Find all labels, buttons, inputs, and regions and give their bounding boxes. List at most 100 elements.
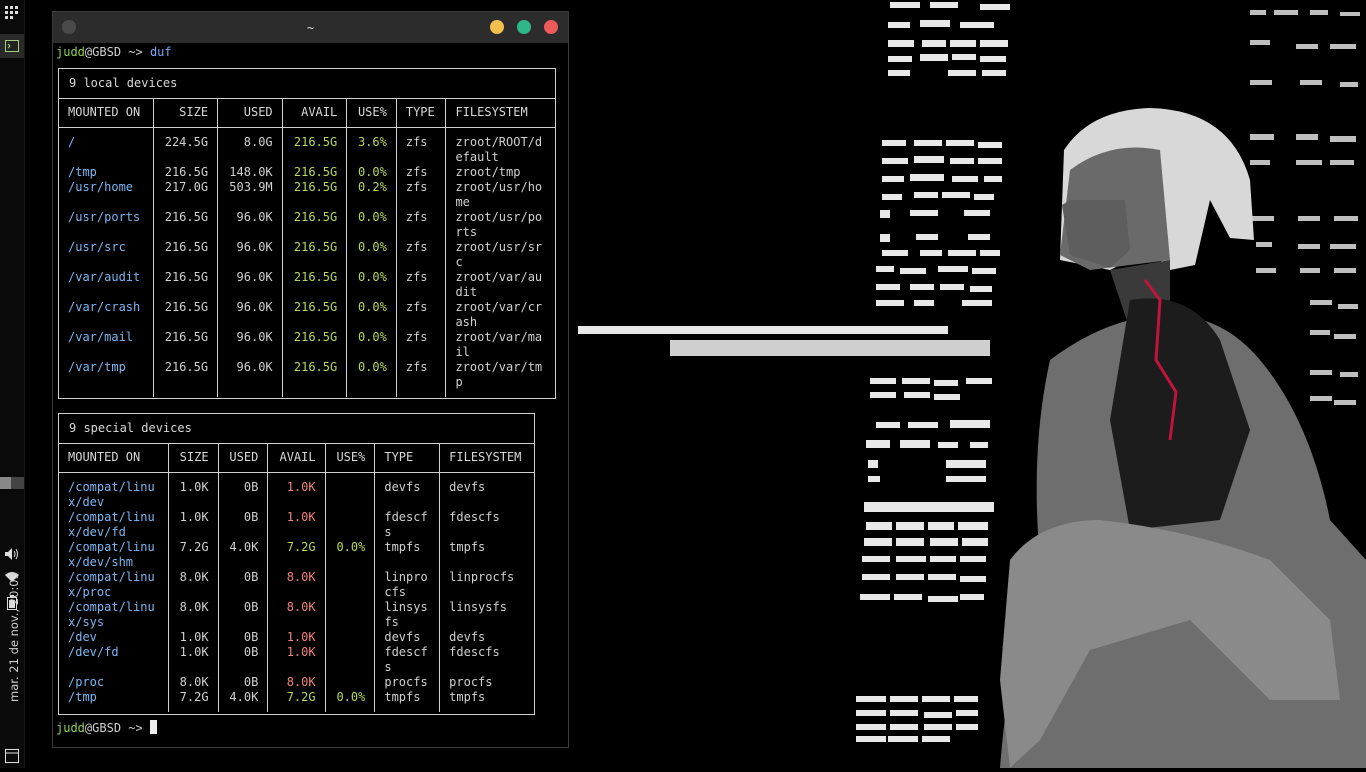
- column-header: USE%: [325, 443, 376, 473]
- cell-type: zfs: [396, 239, 447, 270]
- minimize-button[interactable]: [490, 20, 504, 34]
- cell-avail: 1.0K: [267, 472, 326, 510]
- cell-use: 0.0%: [346, 209, 397, 240]
- wallpaper: [570, 0, 1366, 768]
- cell-use: 0.0%: [346, 329, 397, 360]
- cell-fs: tmpfs: [449, 689, 486, 704]
- cell-use: [325, 509, 376, 540]
- special-devices-title: 9 special devices: [69, 421, 192, 435]
- local-devices-grid: MOUNTED ON SIZE USED AVAIL USE% TYPE FILESYSTE…: [59, 98, 555, 397]
- cell-type: tmpfs: [374, 539, 441, 570]
- local-devices-title: 9 local devices: [69, 76, 178, 90]
- cell-type: zfs: [396, 329, 447, 360]
- title-bar[interactable]: ~: [53, 12, 568, 43]
- cell-used: 96.0K: [217, 299, 283, 330]
- table-row: /proc 8.0K 0B 8.0K procfs procfs: [59, 674, 534, 690]
- column-header: AVAIL: [267, 443, 326, 473]
- terminal-output[interactable]: judd@GBSD ~> duf 9 local devices MOUNTED…: [53, 43, 568, 747]
- clock-date[interactable]: mar. 21 de nov., 20:03: [2, 540, 22, 740]
- cell-fs: zroot/ROOT/d efault: [455, 134, 543, 164]
- cell-size: 216.5G: [153, 239, 219, 270]
- cell-use: [325, 599, 376, 630]
- cell-size: 216.5G: [153, 209, 219, 240]
- table-row: /dev/fd 1.0K 0B 1.0K fdescf s fdescfs: [59, 644, 534, 675]
- cell-use: [325, 569, 376, 600]
- table-row: /var/tmp 216.5G 96.0K 216.5G 0.0% zfs zroot/va…: [59, 359, 555, 397]
- cell-use: [325, 674, 376, 690]
- cell-type: linsys fs: [374, 599, 441, 630]
- cell-mount: /dev/fd: [59, 644, 169, 675]
- cell-avail: 216.5G: [282, 359, 348, 397]
- column-header: MOUNTED ON: [59, 98, 154, 128]
- apps-grid-icon[interactable]: [0, 3, 24, 21]
- cell-avail: 216.5G: [282, 239, 348, 270]
- cell-size: 216.5G: [153, 359, 219, 397]
- cell-avail: 216.5G: [282, 127, 348, 165]
- cell-avail: 1.0K: [267, 629, 326, 645]
- cell-size: 1.0K: [168, 509, 219, 540]
- cell-avail: 1.0K: [267, 644, 326, 675]
- column-header: FILESYSTEM: [445, 98, 555, 128]
- cell-used: 96.0K: [217, 359, 283, 397]
- cell-fs: zroot/var/cr ash: [455, 299, 543, 329]
- terminal-icon[interactable]: [0, 34, 24, 58]
- cell-used: 96.0K: [217, 269, 283, 300]
- cell-avail: 8.0K: [267, 599, 326, 630]
- cell-mount: /var/audit: [59, 269, 154, 300]
- cell-use: 0.0%: [346, 359, 397, 397]
- cell-mount: /usr/src: [59, 239, 154, 270]
- cell-type: tmpfs: [374, 689, 441, 712]
- wallpaper-illustration: [570, 0, 1366, 768]
- local-devices-table: 9 local devices MOUNTED ON SIZE USED AVAIL U…: [58, 68, 556, 399]
- cell-use: 0.0%: [325, 689, 376, 712]
- terminal-window[interactable]: ~ judd@GBSD ~> duf 9 local devices MOUNT…: [52, 11, 569, 748]
- cell-fs: zroot/tmp: [455, 164, 521, 179]
- column-header: USED: [217, 98, 283, 128]
- cell-avail: 8.0K: [267, 569, 326, 600]
- cell-avail: 216.5G: [282, 299, 348, 330]
- cell-type: devfs: [374, 629, 441, 645]
- cell-size: 216.5G: [153, 329, 219, 360]
- cell-avail: 8.0K: [267, 674, 326, 690]
- cell-size: 8.0K: [168, 674, 219, 690]
- cell-avail: 7.2G: [267, 539, 326, 570]
- table-row: /224.5G 8.0G 216.5G 3.6% zfs zroot/ROOT/d efa…: [59, 127, 555, 165]
- cell-use: 0.0%: [346, 269, 397, 300]
- cell-fs: fdescfs: [449, 509, 500, 524]
- maximize-button[interactable]: [517, 20, 531, 34]
- table-row: /var/crash 216.5G 96.0K 216.5G 0.0% zfs zroot/…: [59, 299, 555, 330]
- table-row: /compat/linu x/dev 1.0K 0B 1.0K devfs devfs: [59, 472, 534, 510]
- cell-use: [325, 644, 376, 675]
- cell-type: zfs: [396, 269, 447, 300]
- cell-size: 216.5G: [153, 269, 219, 300]
- cell-mount: /compat/linu x/dev/shm: [59, 539, 169, 570]
- workspace-indicator-icon[interactable]: [0, 476, 24, 490]
- table-row: /usr/ports 216.5G 96.0K 216.5G 0.0% zfs zroot/…: [59, 209, 555, 240]
- cell-fs: zroot/var/au dit: [455, 269, 543, 299]
- cell-fs: zroot/usr/po rts: [455, 209, 543, 239]
- prompt-user: judd: [56, 45, 85, 59]
- table-header: 9 local devices: [59, 69, 555, 99]
- table-row: /var/audit 216.5G 96.0K 216.5G 0.0% zfs zroot/…: [59, 269, 555, 300]
- close-button[interactable]: [544, 20, 558, 34]
- cell-used: 0B: [218, 674, 269, 690]
- cell-type: zfs: [396, 359, 447, 397]
- column-header: TYPE: [396, 98, 447, 128]
- desktop-icon[interactable]: [0, 748, 24, 764]
- cell-used: 4.0K: [218, 539, 269, 570]
- cell-used: 148.0K: [217, 164, 283, 180]
- text-cursor[interactable]: [149, 720, 157, 734]
- cell-used: 0B: [218, 569, 269, 600]
- cell-size: 1.0K: [168, 644, 219, 675]
- cell-use: 3.6%: [346, 127, 397, 165]
- special-devices-grid: MOUNTED ON SIZE USED AVAIL USE% TYPE FILESYSTE…: [59, 443, 534, 712]
- cell-mount: /proc: [59, 674, 169, 690]
- cell-fs: devfs: [449, 479, 486, 494]
- cell-size: 217.0G: [153, 179, 219, 210]
- cell-size: 216.5G: [153, 164, 219, 180]
- cell-used: 0B: [218, 472, 269, 510]
- cell-mount: /compat/linu x/sys: [59, 599, 169, 630]
- cell-fs: zroot/usr/ho me: [455, 179, 543, 209]
- cell-used: 0B: [218, 629, 269, 645]
- column-header: USED: [218, 443, 269, 473]
